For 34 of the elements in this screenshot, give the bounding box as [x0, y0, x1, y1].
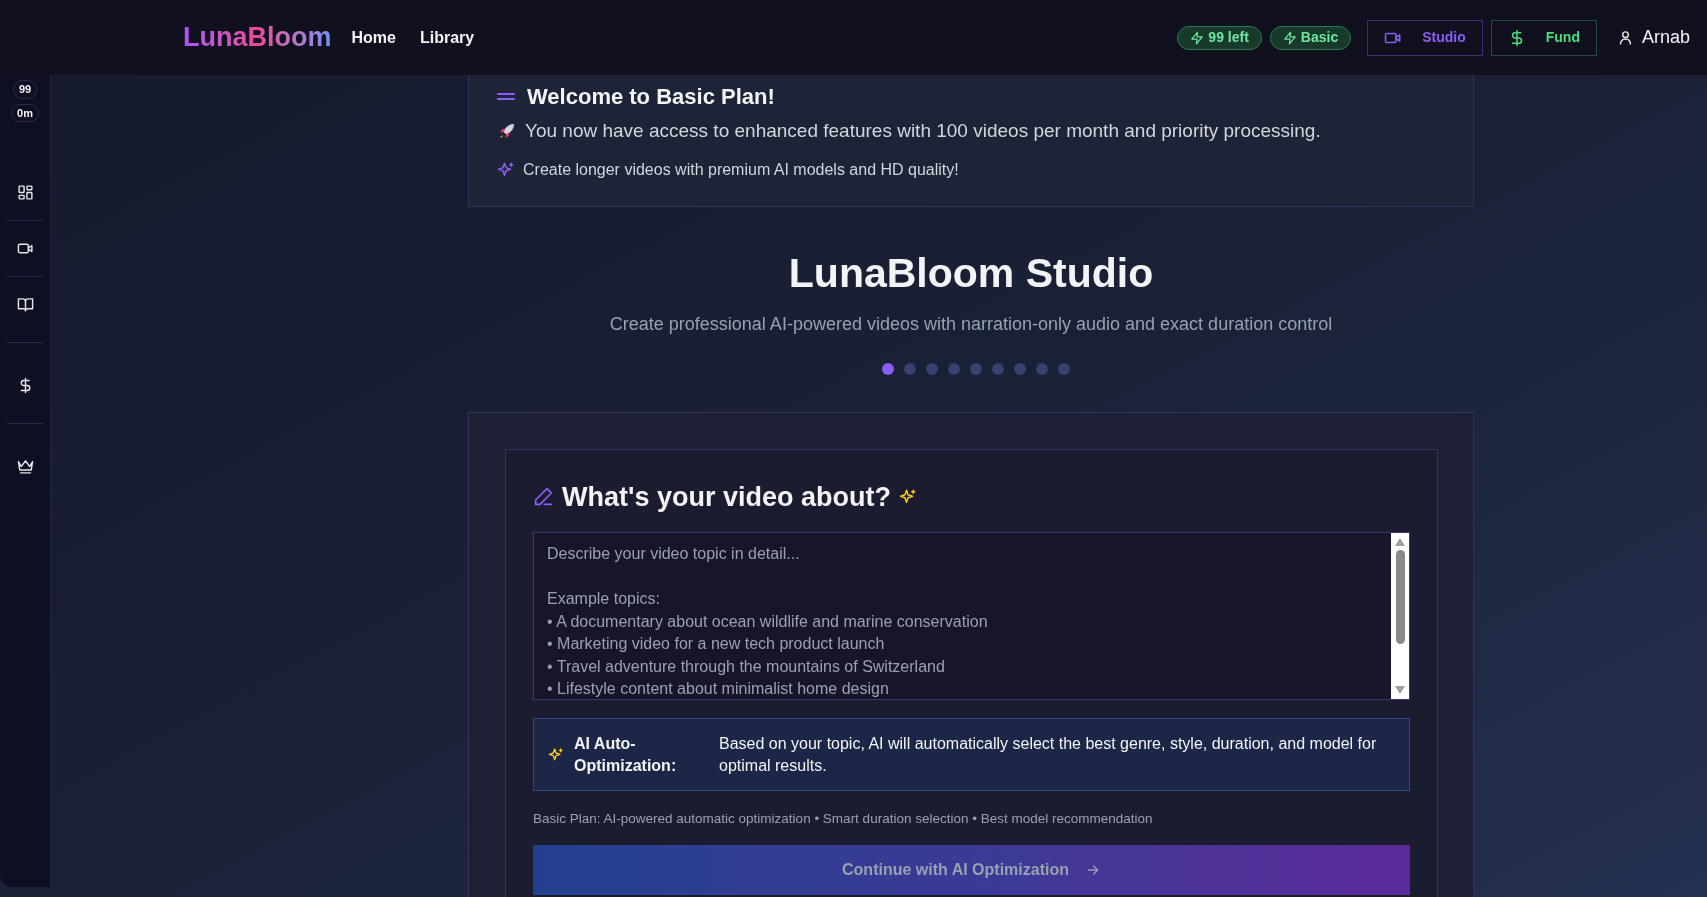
plan-note: Basic Plan: AI-powered automatic optimization • Smart duration selection • Best model recommendation [533, 810, 1154, 828]
nav-link[interactable]: Library [419, 25, 475, 50]
book-icon [16, 296, 34, 313]
form-title: What's your video about? [562, 480, 891, 514]
nav-link[interactable]: Home [351, 25, 396, 50]
sparkle-icon [497, 160, 515, 179]
info-text: Create longer videos with premium AI models and HD quality! [523, 159, 959, 180]
scroll-down-icon[interactable] [1395, 686, 1405, 694]
page-subtitle: Create professional AI-powered videos with narration-only audio and exact duration control [609, 312, 1333, 336]
info-label: AI Auto-Optimization: [574, 733, 678, 776]
continue-button[interactable]: Continue with AI Optimization [533, 845, 1410, 896]
welcome-title: Welcome to Basic Plan! [527, 83, 775, 111]
pencil-icon [533, 486, 554, 508]
user-name[interactable]: Arnab [1641, 24, 1690, 51]
scroll-up-icon[interactable] [1395, 538, 1405, 546]
info-text: You now have access to enhanced features with 100 videos per month and priority processing. [525, 119, 1321, 143]
grid-icon [16, 184, 34, 201]
info-text: Based on your topic, AI will automatically select the best genre, style, duration, and model for optimal results. [719, 733, 1378, 776]
topic-field[interactable]: Describe your video topic in detail... Example topics: • A documentary about ocean wildlife and marine conservation • Marketing video for a new tech product launch • Travel adventure through the mountains of Switzerland • Lifestyle content about minimalist home design [533, 532, 1410, 700]
plan-badge: Basic [1269, 25, 1352, 50]
plan-badge: 99 left [1177, 25, 1262, 50]
header-button[interactable]: Fund [1490, 19, 1597, 56]
sparkle-icon [548, 746, 564, 763]
scroll-thumb[interactable] [1395, 550, 1405, 644]
sparkle-icon [898, 487, 917, 506]
menu-icon [497, 93, 515, 100]
crown-icon [16, 458, 34, 475]
header-button[interactable]: Studio [1367, 19, 1483, 56]
bolt-icon [1190, 30, 1205, 45]
counter-badge: 99 [12, 80, 38, 99]
page-title: LunaBloom Studio [788, 249, 1154, 298]
scrollbar[interactable] [1391, 533, 1409, 699]
counter-badge: 0m [11, 103, 39, 122]
bolt-icon [1282, 30, 1297, 45]
